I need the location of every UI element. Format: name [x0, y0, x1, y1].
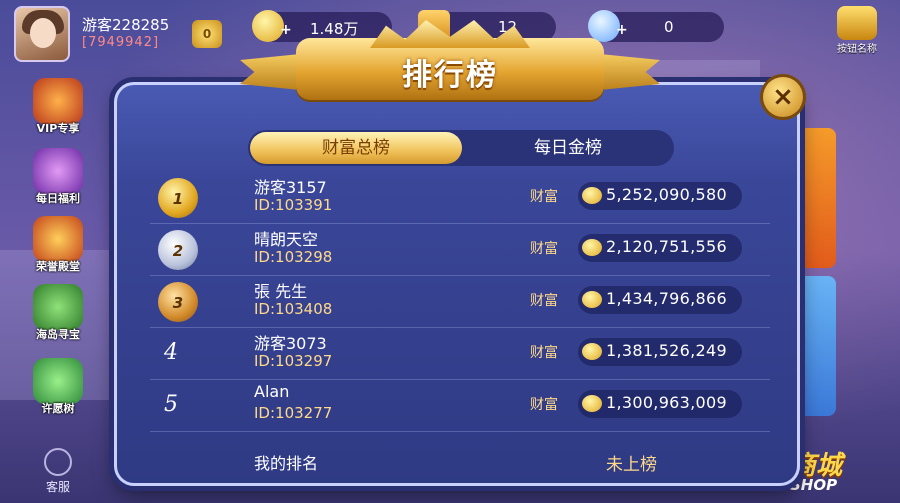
wealth-value: 5,252,090,580 — [606, 185, 727, 204]
wealth-label: 财富 — [530, 241, 558, 257]
my-rank-label: 我的排名 — [254, 454, 319, 473]
leaderboard-title-banner: 排行榜 — [240, 20, 660, 112]
player-id: ID:103408 — [254, 300, 333, 318]
wealth-value: 1,381,526,249 — [606, 341, 727, 360]
treasure-icon — [33, 284, 83, 330]
tab-wealth-total[interactable]: 财富总榜 — [250, 132, 462, 164]
sidebar-item-vip[interactable]: VIP专享 — [16, 78, 100, 136]
customer-service-button[interactable]: 客服 — [30, 448, 86, 495]
sidebar-item-honor[interactable]: 荣誉殿堂 — [16, 216, 100, 274]
wealth-box: 1,300,963,009 — [578, 390, 742, 418]
vip-icon — [33, 78, 83, 124]
leaderboard-title: 排行榜 — [402, 58, 498, 93]
user-id: [7949942] — [82, 35, 160, 50]
wealth-label: 财富 — [530, 293, 558, 309]
user-name: 游客228285 — [82, 16, 170, 34]
leaderboard-row[interactable]: 2 晴朗天空 ID:103298 财富 2,120,751,556 — [150, 224, 770, 276]
player-id: ID:103297 — [254, 352, 333, 370]
row-divider — [150, 431, 770, 432]
shop-button[interactable]: 商城 SHOP — [790, 445, 890, 497]
promo-card-orange[interactable] — [798, 128, 836, 268]
player-id: ID:103277 — [254, 404, 333, 422]
avatar[interactable] — [14, 6, 70, 62]
player-name: 游客3073 — [254, 334, 327, 353]
wealth-value: 1,300,963,009 — [606, 393, 727, 412]
headset-icon — [44, 448, 72, 476]
gold-coin-icon — [582, 343, 602, 360]
crown-icon — [370, 20, 530, 48]
sign-in-icon — [837, 6, 877, 40]
gold-coin-icon — [582, 239, 602, 256]
sign-in-button[interactable]: 按钮名称 — [824, 6, 890, 56]
rank-number: 4 — [164, 340, 178, 365]
player-name: Alan — [254, 382, 290, 401]
wealth-value: 1,434,796,866 — [606, 289, 727, 308]
player-id: ID:103298 — [254, 248, 333, 266]
sidebar-item-daily-welfare[interactable]: 每日福利 — [16, 148, 100, 206]
sidebar-item-treasure[interactable]: 海岛寻宝 — [16, 284, 100, 342]
wealth-label: 财富 — [530, 345, 558, 361]
sign-in-label: 按钮名称 — [837, 44, 877, 55]
wealth-box: 1,381,526,249 — [578, 338, 742, 366]
wealth-box: 5,252,090,580 — [578, 182, 742, 210]
bronze-medal-icon: 3 — [158, 282, 198, 322]
sidebar-item-wish-tree[interactable]: 许愿树 — [16, 358, 100, 416]
diamond-balance-value: 0 — [664, 18, 674, 36]
wealth-label: 财富 — [530, 397, 558, 413]
leaderboard-row[interactable]: 3 張 先生 ID:103408 财富 1,434,796,866 — [150, 276, 770, 328]
rank-number: 5 — [164, 392, 178, 417]
gold-medal-icon: 1 — [158, 178, 198, 218]
promo-card-blue[interactable] — [798, 276, 836, 416]
silver-medal-icon: 2 — [158, 230, 198, 270]
gold-coin-icon — [582, 187, 602, 204]
honor-icon — [33, 216, 83, 262]
wealth-box: 2,120,751,556 — [578, 234, 742, 262]
leaderboard-row[interactable]: 1 游客3157 ID:103391 财富 5,252,090,580 — [150, 172, 770, 224]
player-name: 游客3157 — [254, 178, 327, 197]
player-name: 張 先生 — [254, 282, 308, 301]
gold-coin-icon — [582, 395, 602, 412]
vip-level-badge[interactable]: 0 — [192, 20, 222, 48]
leaderboard-row[interactable]: 4 游客3073 ID:103297 财富 1,381,526,249 — [150, 328, 770, 380]
wealth-box: 1,434,796,866 — [578, 286, 742, 314]
wealth-label: 财富 — [530, 189, 558, 205]
my-rank-value: 未上榜 — [606, 455, 657, 475]
gold-coin-icon — [582, 291, 602, 308]
leaderboard-tabs: 财富总榜 每日金榜 — [248, 130, 674, 166]
leaderboard-row[interactable]: 5 Alan ID:103277 财富 1,300,963,009 — [150, 380, 770, 432]
player-id: ID:103391 — [254, 196, 333, 214]
close-button[interactable]: × — [763, 77, 803, 117]
player-name: 晴朗天空 — [254, 230, 319, 249]
wealth-value: 2,120,751,556 — [606, 237, 727, 256]
tab-daily-gold[interactable]: 每日金榜 — [462, 130, 674, 166]
gift-icon — [33, 148, 83, 194]
wish-tree-icon — [33, 358, 83, 404]
